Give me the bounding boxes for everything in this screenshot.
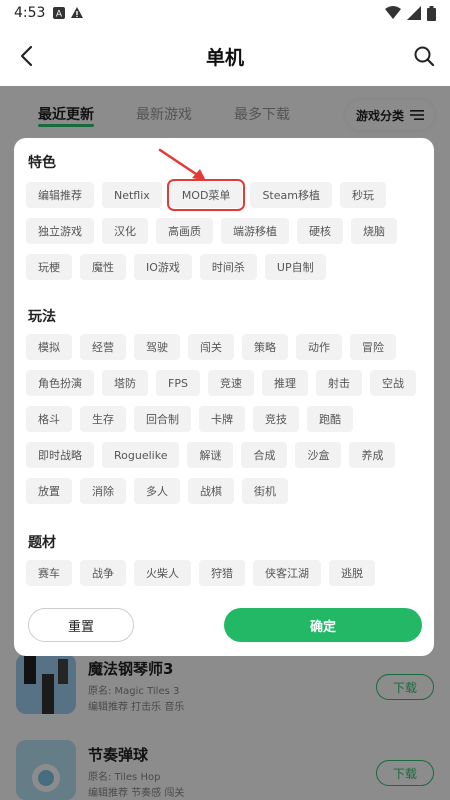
tag-chip[interactable]: 冒险 <box>350 334 396 360</box>
tag-chip[interactable]: 消除 <box>80 478 126 504</box>
tag-chip[interactable]: 动作 <box>296 334 342 360</box>
tag-chip[interactable]: 经营 <box>80 334 126 360</box>
warning-icon <box>71 7 84 18</box>
tag-chip[interactable]: UP自制 <box>264 254 326 280</box>
theme-tag-group: 赛车 战争 火柴人 狩猎 侠客江湖 逃脱 <box>26 560 426 596</box>
status-icons <box>385 5 436 21</box>
tag-chip[interactable]: 养成 <box>349 442 396 468</box>
tag-chip[interactable]: 闯关 <box>188 334 234 360</box>
wifi-icon <box>385 6 401 19</box>
tag-chip[interactable]: 逃脱 <box>329 560 375 586</box>
tag-chip[interactable]: 狩猎 <box>199 560 245 586</box>
tag-chip[interactable]: 烧脑 <box>351 218 397 244</box>
search-icon[interactable] <box>412 44 436 68</box>
tag-chip[interactable]: 编辑推荐 <box>26 182 94 208</box>
tag-chip[interactable]: 竞速 <box>207 370 254 396</box>
notification-a-icon: A <box>53 7 66 20</box>
tag-chip[interactable]: 街机 <box>242 478 288 504</box>
tag-chip[interactable]: 竞技 <box>253 406 299 432</box>
tag-chip[interactable]: Roguelike <box>102 442 180 468</box>
status-time: 4:53 <box>14 5 46 21</box>
tag-chip[interactable]: 格斗 <box>26 406 72 432</box>
tag-chip[interactable]: 硬核 <box>297 218 343 244</box>
reset-button[interactable]: 重置 <box>28 608 134 642</box>
status-bar: 4:53 A <box>0 0 450 26</box>
tag-chip[interactable]: Netflix <box>102 182 162 208</box>
tag-chip[interactable]: 策略 <box>242 334 288 360</box>
tag-chip[interactable]: 即时战略 <box>26 442 94 468</box>
tag-chip[interactable]: 玩梗 <box>26 254 72 280</box>
tag-chip[interactable]: 时间杀 <box>199 254 257 280</box>
svg-text:A: A <box>56 10 63 20</box>
confirm-button[interactable]: 确定 <box>224 608 422 642</box>
tag-chip[interactable]: 端游移植 <box>221 218 289 244</box>
tag-chip[interactable]: 射击 <box>315 370 362 396</box>
tag-chip[interactable]: 推理 <box>261 370 308 396</box>
tag-chip[interactable]: 魔性 <box>80 254 126 280</box>
battery-icon <box>427 5 436 21</box>
tag-chip[interactable]: 模拟 <box>26 334 72 360</box>
tag-chip[interactable]: 解谜 <box>187 442 234 468</box>
tag-chip[interactable]: 独立游戏 <box>26 218 94 244</box>
features-tag-group: 编辑推荐 Netflix MOD菜单 Steam移植 秒玩 独立游戏 汉化 高画质 端游移植 硬核… <box>26 179 426 290</box>
annotation-arrow-icon <box>158 148 206 181</box>
tag-chip[interactable]: 赛车 <box>26 560 72 586</box>
tag-chip[interactable]: 驾驶 <box>134 334 180 360</box>
tag-chip[interactable]: 汉化 <box>102 218 148 244</box>
section-title-gameplay: 玩法 <box>28 309 56 325</box>
tag-chip[interactable]: 放置 <box>26 478 72 504</box>
tag-chip[interactable]: 塔防 <box>102 370 148 396</box>
tag-chip[interactable]: 多人 <box>134 478 180 504</box>
signal-icon <box>407 6 421 20</box>
tag-chip[interactable]: 沙盒 <box>295 442 342 468</box>
app-bar: 单机 <box>0 26 450 86</box>
tag-chip[interactable]: 合成 <box>241 442 288 468</box>
tag-chip[interactable]: 侠客江湖 <box>253 560 321 586</box>
tag-chip[interactable]: 卡牌 <box>199 406 245 432</box>
tag-chip[interactable]: 角色扮演 <box>26 370 94 396</box>
tag-chip[interactable]: 生存 <box>80 406 126 432</box>
gameplay-tag-group: 模拟 经营 驾驶 闯关 策略 动作 冒险角色扮演 塔防 FPS 竞速 推理 射击 空战格斗 生存 回合制 卡牌… <box>26 334 426 514</box>
page-title: 单机 <box>205 46 244 69</box>
back-arrow-icon[interactable] <box>16 44 40 68</box>
category-filter-panel: 特色 编辑推荐 Netflix MOD菜单 Steam移植 秒玩 独立游戏 汉化 高画质 端游移… <box>14 138 434 656</box>
tag-chip[interactable]: 战争 <box>80 560 126 586</box>
tag-chip[interactable]: Steam移植 <box>250 182 332 208</box>
section-title-theme: 题材 <box>28 535 56 551</box>
section-title-features: 特色 <box>28 155 56 171</box>
tag-chip[interactable]: 回合制 <box>134 406 191 432</box>
tag-chip[interactable]: 战棋 <box>188 478 234 504</box>
tag-chip[interactable]: IO游戏 <box>134 254 192 280</box>
tag-chip[interactable]: 秒玩 <box>339 182 386 208</box>
tag-chip[interactable]: 空战 <box>369 370 416 396</box>
tag-chip[interactable]: 火柴人 <box>134 560 191 586</box>
tag-chip[interactable]: 高画质 <box>156 218 213 244</box>
tag-chip[interactable]: 跑酷 <box>307 406 353 432</box>
tag-chip[interactable]: FPS <box>156 370 200 396</box>
